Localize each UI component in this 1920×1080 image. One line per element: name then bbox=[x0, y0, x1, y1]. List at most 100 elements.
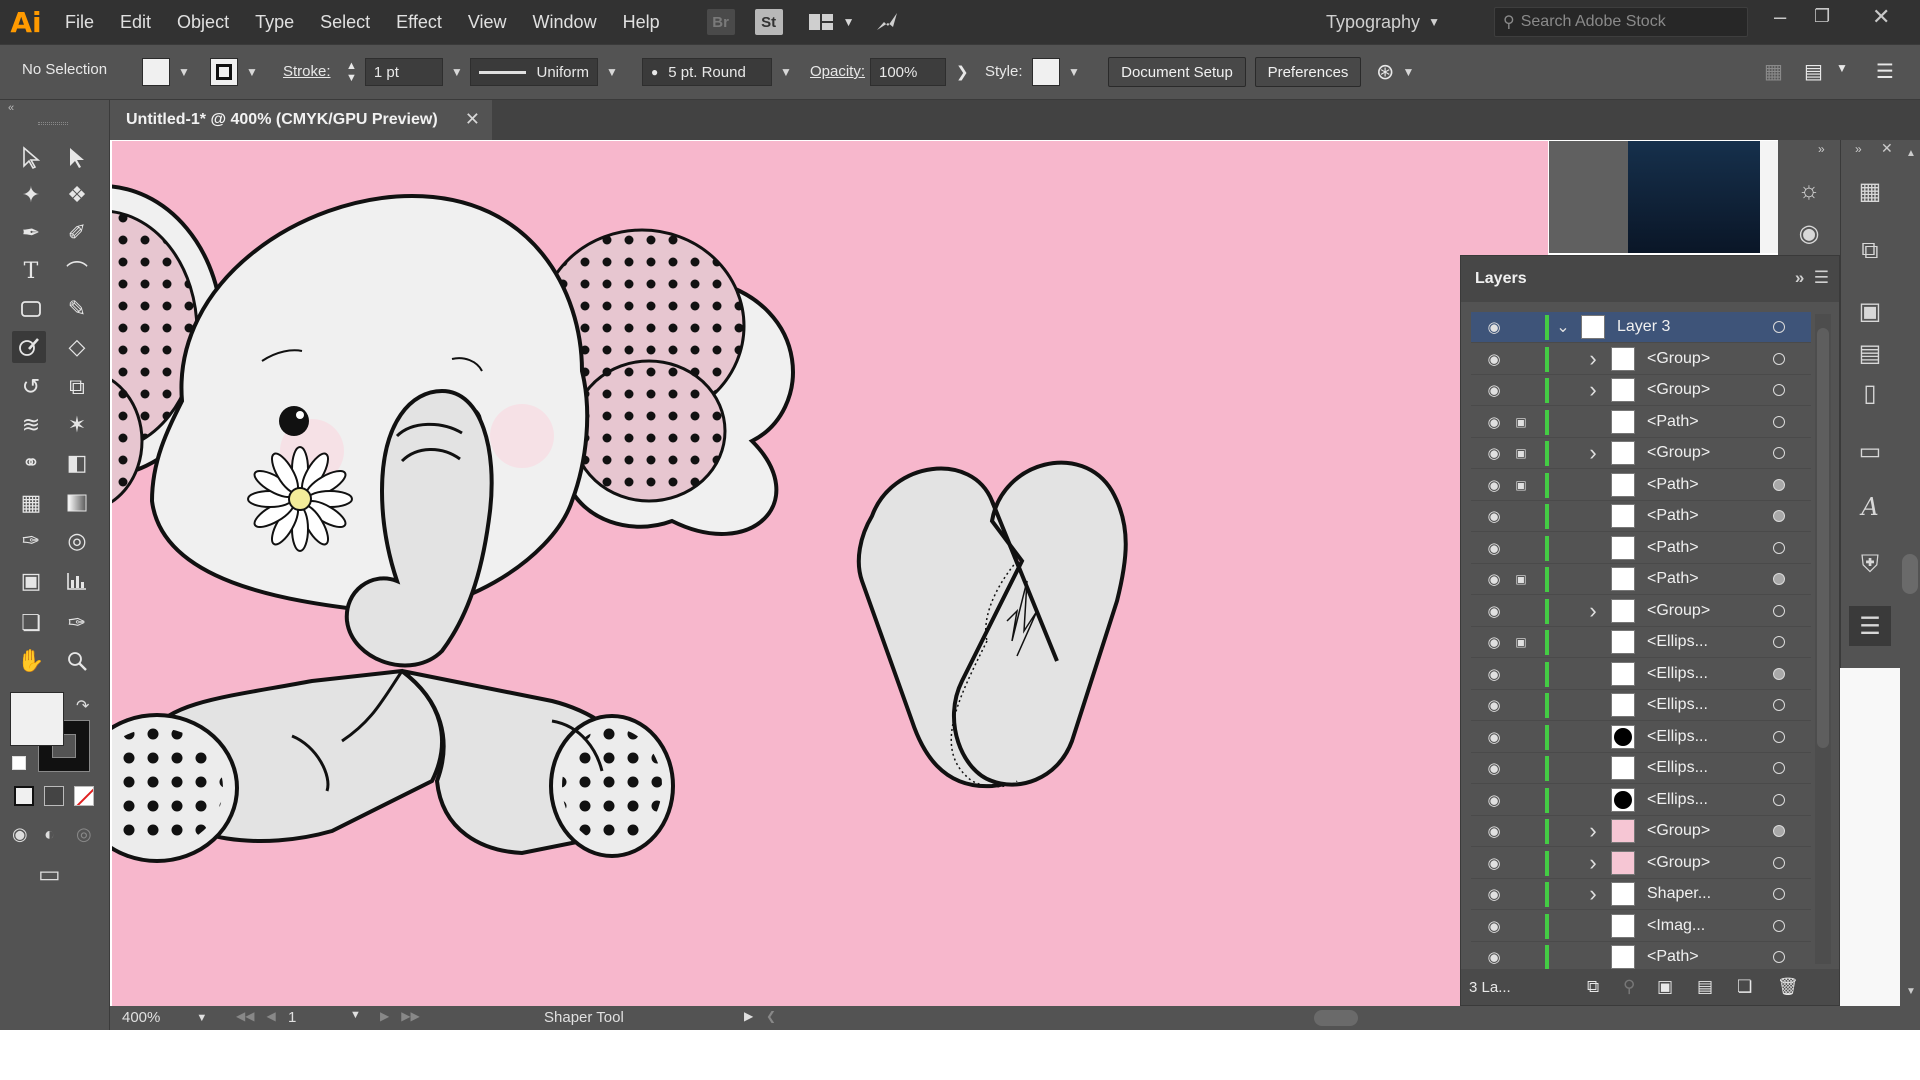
stock-icon[interactable]: St bbox=[754, 9, 783, 35]
pathfinder-icon[interactable]: ⧉ bbox=[1851, 234, 1889, 268]
chevron-down-icon[interactable]: ▼ bbox=[843, 15, 855, 29]
target-circle-icon[interactable] bbox=[1773, 541, 1785, 554]
create-sublayer-icon[interactable]: ▤ bbox=[1697, 977, 1713, 997]
menu-type[interactable]: Type bbox=[242, 12, 307, 33]
visibility-eye-icon[interactable]: ◉ bbox=[1483, 539, 1505, 557]
lock-icon[interactable]: ▣ bbox=[1511, 572, 1531, 586]
layer-row[interactable]: ◉ <Ellips... bbox=[1471, 722, 1811, 753]
rectangle-tool-icon[interactable] bbox=[14, 293, 48, 325]
chevron-down-icon[interactable]: ▼ bbox=[1402, 65, 1414, 79]
style-swatch[interactable] bbox=[1032, 58, 1060, 86]
opacity-label[interactable]: Opacity: bbox=[810, 63, 865, 80]
chevron-down-icon[interactable]: ▼ bbox=[196, 1012, 207, 1024]
appearance-sun-icon[interactable]: ☼ bbox=[1790, 174, 1828, 208]
chevron-down-icon[interactable]: ▼ bbox=[780, 65, 792, 79]
chevron-down-icon[interactable]: ▼ bbox=[1068, 65, 1080, 79]
shape-builder-tool-icon[interactable]: ⚭ bbox=[14, 447, 48, 479]
brush-definition[interactable]: ● 5 pt. Round ▼ bbox=[642, 58, 792, 86]
layers-panel-icon[interactable]: ☰ bbox=[1849, 606, 1891, 646]
capsule-shapes[interactable] bbox=[856, 460, 1128, 789]
chevron-right-icon[interactable]: › bbox=[1585, 850, 1601, 876]
chevron-down-icon[interactable]: ▼ bbox=[451, 65, 463, 79]
direct-selection-tool-icon[interactable] bbox=[60, 142, 94, 174]
menu-select[interactable]: Select bbox=[307, 12, 383, 33]
target-circle-icon[interactable] bbox=[1773, 384, 1785, 396]
menu-object[interactable]: Object bbox=[164, 12, 242, 33]
layers-scrollbar-thumb[interactable] bbox=[1817, 328, 1829, 748]
symbol-sprayer-tool-icon[interactable]: ▣ bbox=[14, 565, 48, 597]
target-circle-icon[interactable] bbox=[1773, 478, 1785, 491]
warp-tool-icon[interactable]: ≋ bbox=[14, 409, 48, 441]
layer-row[interactable]: ◉ <Ellips... bbox=[1471, 659, 1811, 690]
chevron-right-icon[interactable]: › bbox=[1585, 346, 1601, 372]
expand-dock-icon[interactable]: » bbox=[1855, 142, 1862, 156]
transform-panel-icon[interactable]: ▣ bbox=[1851, 294, 1889, 328]
chevron-right-icon[interactable]: › bbox=[1585, 377, 1601, 403]
artboard-number[interactable]: 1 bbox=[288, 1009, 296, 1026]
layer-name[interactable]: <Path> bbox=[1647, 476, 1699, 494]
layer-name[interactable]: <Path> bbox=[1647, 413, 1699, 431]
chevron-down-icon[interactable]: ▼ bbox=[178, 65, 190, 79]
artboard-nav-prev[interactable]: ◀◀ ◀ bbox=[236, 1009, 276, 1023]
chevron-right-icon[interactable]: ❯ bbox=[956, 63, 969, 81]
layer-name[interactable]: <Ellips... bbox=[1647, 696, 1708, 714]
document-tab[interactable]: Untitled-1* @ 400% (CMYK/GPU Preview) ✕ bbox=[110, 100, 492, 140]
chevron-right-icon[interactable]: › bbox=[1585, 440, 1601, 466]
layer-row[interactable]: ◉ › <Group> bbox=[1471, 596, 1811, 627]
layer-row[interactable]: ◉ ▣ › <Group> bbox=[1471, 438, 1811, 469]
lasso-tool-icon[interactable]: ❖ bbox=[60, 179, 94, 211]
scroll-down-icon[interactable]: ▼ bbox=[1906, 986, 1916, 997]
artboard-tool-icon[interactable]: ❏ bbox=[14, 607, 48, 639]
variable-width-profile[interactable]: Uniform ▼ bbox=[470, 58, 618, 86]
arrange-documents-icon[interactable] bbox=[807, 9, 835, 35]
gradient-panel-icon[interactable]: ▭ bbox=[1851, 434, 1889, 468]
curvature-tool-icon[interactable]: ✐ bbox=[60, 217, 94, 249]
layer-name[interactable]: <Path> bbox=[1647, 539, 1699, 557]
default-colors-icon[interactable] bbox=[12, 756, 26, 770]
zoom-control[interactable]: 400% ▼ bbox=[122, 1009, 207, 1026]
layer-row[interactable]: ◉ › <Group> bbox=[1471, 344, 1811, 375]
bridge-icon[interactable]: Br bbox=[706, 9, 735, 35]
none-mode-icon[interactable] bbox=[74, 786, 94, 806]
chevron-right-icon[interactable]: › bbox=[1585, 818, 1601, 844]
lock-icon[interactable]: ▣ bbox=[1511, 635, 1531, 649]
align-panel-icon[interactable]: ▤ bbox=[1851, 336, 1889, 370]
visibility-eye-icon[interactable]: ◉ bbox=[1483, 350, 1505, 368]
layer-row[interactable]: ◉ › <Group> bbox=[1471, 848, 1811, 879]
layer-row[interactable]: ◉ <Ellips... bbox=[1471, 753, 1811, 784]
line-segment-tool-icon[interactable]: ⌒ bbox=[60, 255, 94, 287]
visibility-eye-icon[interactable]: ◉ bbox=[1483, 507, 1505, 525]
visibility-eye-icon[interactable]: ◉ bbox=[1483, 791, 1505, 809]
visibility-eye-icon[interactable]: ◉ bbox=[1483, 665, 1505, 683]
visibility-eye-icon[interactable]: ◉ bbox=[1483, 728, 1505, 746]
layer-row[interactable]: ◉ <Imag... bbox=[1471, 911, 1811, 942]
layer-name[interactable]: <Ellips... bbox=[1647, 759, 1708, 777]
first-artboard-icon[interactable]: ◀◀ bbox=[236, 1009, 254, 1023]
close-tab-icon[interactable]: ✕ bbox=[465, 109, 480, 130]
delete-icon[interactable]: 🗑 bbox=[1777, 977, 1799, 997]
scale-tool-icon[interactable]: ⧉ bbox=[60, 371, 94, 403]
target-circle-icon[interactable] bbox=[1773, 699, 1785, 711]
locate-object-icon[interactable]: ⚲ bbox=[1623, 977, 1635, 997]
menu-view[interactable]: View bbox=[455, 12, 520, 33]
layer-name[interactable]: Shaper... bbox=[1647, 885, 1711, 903]
collapse-icon[interactable]: « bbox=[8, 102, 14, 114]
layers-panel-title[interactable]: Layers bbox=[1475, 270, 1527, 288]
menu-window[interactable]: Window bbox=[520, 12, 610, 33]
scroll-up-icon[interactable]: ▲ bbox=[1906, 148, 1916, 159]
column-graph-tool-icon[interactable] bbox=[60, 565, 94, 597]
layer-name[interactable]: <Group> bbox=[1647, 602, 1710, 620]
transform-options-control[interactable]: ⊛ ▼ bbox=[1376, 59, 1414, 85]
visibility-eye-icon[interactable]: ◉ bbox=[1483, 696, 1505, 714]
chevron-right-icon[interactable]: › bbox=[1585, 598, 1601, 624]
layer-name[interactable]: <Path> bbox=[1647, 570, 1699, 588]
mesh-tool-icon[interactable]: ▦ bbox=[14, 487, 48, 519]
document-setup-button[interactable]: Document Setup bbox=[1108, 57, 1246, 87]
layer-name[interactable]: <Ellips... bbox=[1647, 665, 1708, 683]
color-mode-icon[interactable] bbox=[14, 786, 34, 806]
zoom-tool-icon[interactable] bbox=[60, 645, 94, 677]
layer-name[interactable]: <Ellips... bbox=[1647, 791, 1708, 809]
expand-panels-icon[interactable]: » bbox=[1818, 142, 1825, 156]
scrollbar-thumb[interactable] bbox=[1902, 554, 1918, 594]
layer-name[interactable]: <Imag... bbox=[1647, 917, 1705, 935]
